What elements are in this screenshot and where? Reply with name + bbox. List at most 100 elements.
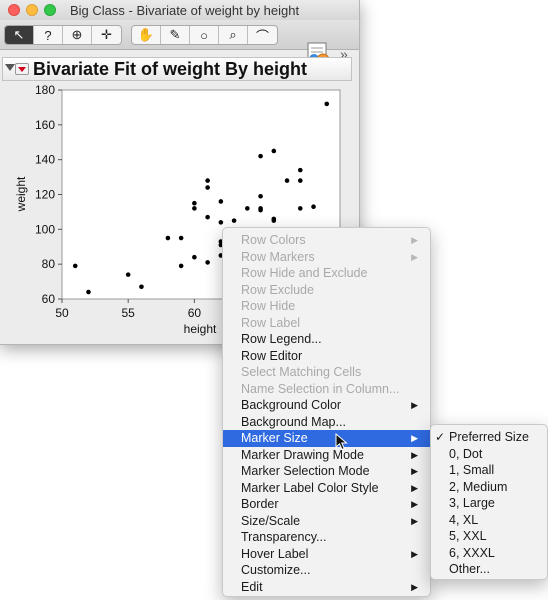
report-title: Bivariate Fit of weight By height xyxy=(33,59,308,79)
data-point xyxy=(218,199,224,204)
menu-item-label: Row Hide and Exclude xyxy=(241,266,368,280)
arrow-pointer-tool-button[interactable]: ↖ xyxy=(5,26,34,44)
menu-item-label: Marker Label Color Style xyxy=(241,480,379,495)
submenu-item-label: 4, XL xyxy=(449,512,479,527)
menu-item-edit[interactable]: Edit ▶ xyxy=(223,579,430,596)
menu-item-marker-drawing-mode[interactable]: Marker Drawing Mode ▶ xyxy=(223,447,430,464)
menu-item-row-colors[interactable]: Row Colors ▶ xyxy=(223,232,430,249)
menu-item-label: Row Editor xyxy=(241,348,303,363)
submenu-item-5-xxl[interactable]: 5, XXL xyxy=(431,528,547,545)
submenu-arrow-icon: ▶ xyxy=(411,433,418,443)
submenu-arrow-icon: ▶ xyxy=(411,235,418,245)
title-bar[interactable]: Big Class - Bivariate of weight by heigh… xyxy=(0,0,359,20)
submenu-item-label: Other... xyxy=(449,562,490,576)
close-window-button[interactable] xyxy=(8,4,20,16)
lasso-tool-button[interactable]: ○ xyxy=(190,26,219,44)
data-point xyxy=(192,206,197,211)
menu-item-row-markers[interactable]: Row Markers ▶ xyxy=(223,249,430,266)
y-tick-label: 120 xyxy=(35,188,55,202)
red-triangle-menu-icon[interactable] xyxy=(15,63,29,75)
report-header: Bivariate Fit of weight By height xyxy=(2,57,352,81)
menu-item-label: Marker Selection Mode xyxy=(241,464,370,478)
magnifier-tool-button[interactable]: ⌕ xyxy=(219,26,248,44)
menu-item-customize[interactable]: Customize... xyxy=(223,562,430,579)
crosshair-tool-button[interactable]: ⊕ xyxy=(63,26,92,44)
x-axis-label: height xyxy=(184,322,217,336)
data-point xyxy=(231,218,237,223)
submenu-item-other[interactable]: Other... xyxy=(431,561,547,578)
menu-item-row-label[interactable]: Row Label xyxy=(223,315,430,332)
data-point xyxy=(178,235,184,241)
brush-icon: ✎ xyxy=(169,27,181,42)
annotate-icon: ⌒ xyxy=(255,28,269,44)
toolbar: ↖? ⊕ ✛ ✋ ✎ ○ ⌕ ⌒ » xyxy=(0,20,359,67)
menu-item-marker-label-color-style[interactable]: Marker Label Color Style ▶ xyxy=(223,480,430,497)
y-tick-label: 80 xyxy=(42,257,56,271)
minimize-window-button[interactable] xyxy=(26,4,38,16)
move-tool-button[interactable]: ✛ xyxy=(92,26,121,44)
menu-item-transparency[interactable]: Transparency... xyxy=(223,529,430,546)
help-tool-button[interactable]: ? xyxy=(34,26,63,44)
menu-item-label: Size/Scale xyxy=(241,513,301,528)
data-point xyxy=(297,206,303,211)
menu-item-label: Background Map... xyxy=(241,414,346,429)
x-tick-label: 60 xyxy=(188,306,202,320)
brush-tool-button[interactable]: ✎ xyxy=(161,26,190,44)
menu-item-name-selection-in-column[interactable]: Name Selection in Column... xyxy=(223,381,430,398)
submenu-item-3-large[interactable]: 3, Large xyxy=(431,495,547,512)
data-point xyxy=(258,193,263,199)
x-tick-label: 50 xyxy=(55,306,69,320)
submenu-item-label: 0, Dot xyxy=(449,446,483,461)
submenu-item-preferred-size[interactable]: ✓ Preferred Size xyxy=(431,429,547,446)
arrow-pointer-icon: ↖ xyxy=(13,27,25,42)
data-point xyxy=(324,101,330,107)
menu-item-size-scale[interactable]: Size/Scale ▶ xyxy=(223,513,430,530)
hand-tool-button[interactable]: ✋ xyxy=(132,26,161,44)
menu-item-row-hide[interactable]: Row Hide xyxy=(223,298,430,315)
menu-item-label: Edit xyxy=(241,579,263,594)
annotate-tool-button[interactable]: ⌒ xyxy=(248,26,277,44)
lasso-icon: ○ xyxy=(200,27,208,43)
submenu-item-2-medium[interactable]: 2, Medium xyxy=(431,479,547,496)
menu-item-select-matching-cells[interactable]: Select Matching Cells xyxy=(223,364,430,381)
zoom-window-button[interactable] xyxy=(44,4,56,16)
submenu-item-0-dot[interactable]: 0, Dot xyxy=(431,446,547,463)
data-point xyxy=(205,260,210,265)
disclosure-triangle-icon[interactable] xyxy=(5,64,15,71)
menu-item-background-color[interactable]: Background Color ▶ xyxy=(223,397,430,414)
menu-item-hover-label[interactable]: Hover Label ▶ xyxy=(223,546,430,563)
submenu-item-label: Preferred Size xyxy=(449,430,529,444)
move-icon: ✛ xyxy=(101,27,112,42)
data-point xyxy=(125,272,131,277)
menu-item-label: Transparency... xyxy=(241,530,327,544)
data-point xyxy=(258,153,263,159)
data-point xyxy=(205,178,210,183)
submenu-arrow-icon: ▶ xyxy=(411,548,418,559)
menu-item-label: Name Selection in Column... xyxy=(241,381,400,396)
menu-item-border[interactable]: Border ▶ xyxy=(223,496,430,513)
data-point xyxy=(205,214,210,220)
tool-group-draw: ✋ ✎ ○ ⌕ ⌒ xyxy=(131,25,278,45)
menu-item-row-editor[interactable]: Row Editor xyxy=(223,348,430,365)
menu-item-label: Customize... xyxy=(241,563,311,577)
menu-item-row-exclude[interactable]: Row Exclude xyxy=(223,282,430,299)
menu-item-label: Row Legend... xyxy=(241,332,322,346)
submenu-item-4-xl[interactable]: 4, XL xyxy=(431,512,547,529)
submenu-item-6-xxxl[interactable]: 6, XXXL xyxy=(431,545,547,562)
menu-item-label: Background Color xyxy=(241,398,342,412)
submenu-item-label: 5, XXL xyxy=(449,529,487,543)
marker-size-submenu: ✓ Preferred Size 0, Dot 1, Small 2, Medium 3,… xyxy=(430,424,548,580)
submenu-arrow-icon: ▶ xyxy=(411,466,418,476)
magnifier-icon: ⌕ xyxy=(229,27,237,42)
data-point xyxy=(258,206,263,211)
submenu-item-1-small[interactable]: 1, Small xyxy=(431,462,547,479)
menu-item-row-legend[interactable]: Row Legend... xyxy=(223,331,430,348)
menu-item-marker-selection-mode[interactable]: Marker Selection Mode ▶ xyxy=(223,463,430,480)
menu-item-background-map[interactable]: Background Map... xyxy=(223,414,430,431)
crosshair-icon: ⊕ xyxy=(71,27,83,42)
context-menu: Row Colors ▶ Row Markers ▶ Row Hide and Excl… xyxy=(222,227,431,597)
menu-item-row-hide-and-exclude[interactable]: Row Hide and Exclude xyxy=(223,265,430,282)
menu-item-marker-size[interactable]: Marker Size ▶ xyxy=(223,430,430,447)
tool-group-select: ↖? ⊕ ✛ xyxy=(4,25,122,45)
help-icon: ? xyxy=(44,27,52,43)
